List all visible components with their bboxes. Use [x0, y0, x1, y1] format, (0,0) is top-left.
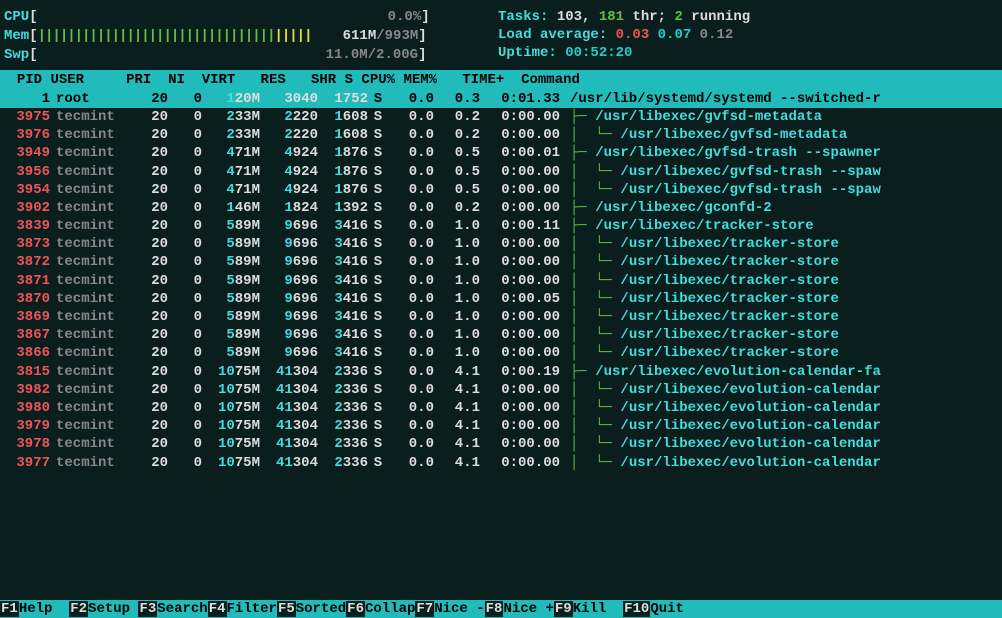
faction-kill[interactable]: Kill	[573, 601, 623, 617]
fkey-f10[interactable]: F10	[623, 601, 650, 617]
fkey-f3[interactable]: F3	[138, 601, 157, 617]
faction-filter[interactable]: Filter	[227, 601, 277, 617]
fkey-f9[interactable]: F9	[554, 601, 573, 617]
table-row[interactable]: 3869tecmint200589M96963416S0.01.00:00.00…	[0, 308, 1002, 326]
faction-search[interactable]: Search	[157, 601, 207, 617]
swp-label: Swp	[4, 46, 29, 64]
mem-label: Mem	[4, 27, 29, 45]
table-row[interactable]: 3872tecmint200589M96963416S0.01.00:00.00…	[0, 253, 1002, 271]
table-row[interactable]: 3980tecmint2001075M413042336S0.04.10:00.…	[0, 399, 1002, 417]
table-row[interactable]: 3979tecmint2001075M413042336S0.04.10:00.…	[0, 417, 1002, 435]
table-row[interactable]: 3873tecmint200589M96963416S0.01.00:00.00…	[0, 235, 1002, 253]
table-row[interactable]: 3949tecmint200471M49241876S0.00.50:00.01…	[0, 144, 1002, 162]
fkey-f8[interactable]: F8	[485, 601, 504, 617]
faction-help[interactable]: Help	[19, 601, 69, 617]
stats-block: Tasks: 103, 181 thr; 2 running Load aver…	[498, 8, 750, 63]
uptime-label: Uptime:	[498, 45, 557, 61]
table-row[interactable]: 3982tecmint2001075M413042336S0.04.10:00.…	[0, 381, 1002, 399]
table-row[interactable]: 3975tecmint200233M22201608S0.00.20:00.00…	[0, 108, 1002, 126]
load-label: Load average:	[498, 27, 607, 43]
table-row[interactable]: 3866tecmint200589M96963416S0.01.00:00.00…	[0, 344, 1002, 362]
faction-collap[interactable]: Collap	[365, 601, 415, 617]
faction-nice--[interactable]: Nice -	[434, 601, 484, 617]
fkey-f5[interactable]: F5	[277, 601, 296, 617]
table-row[interactable]: 3839tecmint200589M96963416S0.01.00:00.11…	[0, 217, 1002, 235]
process-table[interactable]: 1root200120M30401752S0.00.30:01.33/usr/l…	[0, 90, 1002, 472]
fkey-f7[interactable]: F7	[415, 601, 434, 617]
faction-nice-+[interactable]: Nice +	[503, 601, 553, 617]
cpu-label: CPU	[4, 8, 29, 26]
table-row[interactable]: 3870tecmint200589M96963416S0.01.00:00.05…	[0, 290, 1002, 308]
function-key-bar: F1Help F2Setup F3SearchF4FilterF5SortedF…	[0, 600, 1002, 618]
fkey-f2[interactable]: F2	[69, 601, 88, 617]
tasks-label: Tasks:	[498, 9, 548, 25]
fkey-f1[interactable]: F1	[0, 601, 19, 617]
table-row[interactable]: 3954tecmint200471M49241876S0.00.50:00.00…	[0, 181, 1002, 199]
table-row[interactable]: 3902tecmint200146M18241392S0.00.20:00.00…	[0, 199, 1002, 217]
faction-sorted[interactable]: Sorted	[296, 601, 346, 617]
table-row[interactable]: 3956tecmint200471M49241876S0.00.50:00.00…	[0, 163, 1002, 181]
table-row[interactable]: 3977tecmint2001075M413042336S0.04.10:00.…	[0, 454, 1002, 472]
column-header[interactable]: PID USER PRI NI VIRT RES SHR S CPU% MEM%…	[0, 70, 1002, 90]
system-header: CPU[0.0%] Mem[||||||||||||||||||||||||||…	[0, 0, 1002, 70]
fkey-f6[interactable]: F6	[346, 601, 365, 617]
faction-setup[interactable]: Setup	[88, 601, 138, 617]
fkey-f4[interactable]: F4	[208, 601, 227, 617]
table-row[interactable]: 3976tecmint200233M22201608S0.00.20:00.00…	[0, 126, 1002, 144]
table-row[interactable]: 3815tecmint2001075M413042336S0.04.10:00.…	[0, 363, 1002, 381]
table-row[interactable]: 3867tecmint200589M96963416S0.01.00:00.00…	[0, 326, 1002, 344]
table-row[interactable]: 1root200120M30401752S0.00.30:01.33/usr/l…	[0, 90, 1002, 108]
faction-quit[interactable]: Quit	[650, 601, 684, 617]
table-row[interactable]: 3871tecmint200589M96963416S0.01.00:00.00…	[0, 272, 1002, 290]
table-row[interactable]: 3978tecmint2001075M413042336S0.04.10:00.…	[0, 435, 1002, 453]
